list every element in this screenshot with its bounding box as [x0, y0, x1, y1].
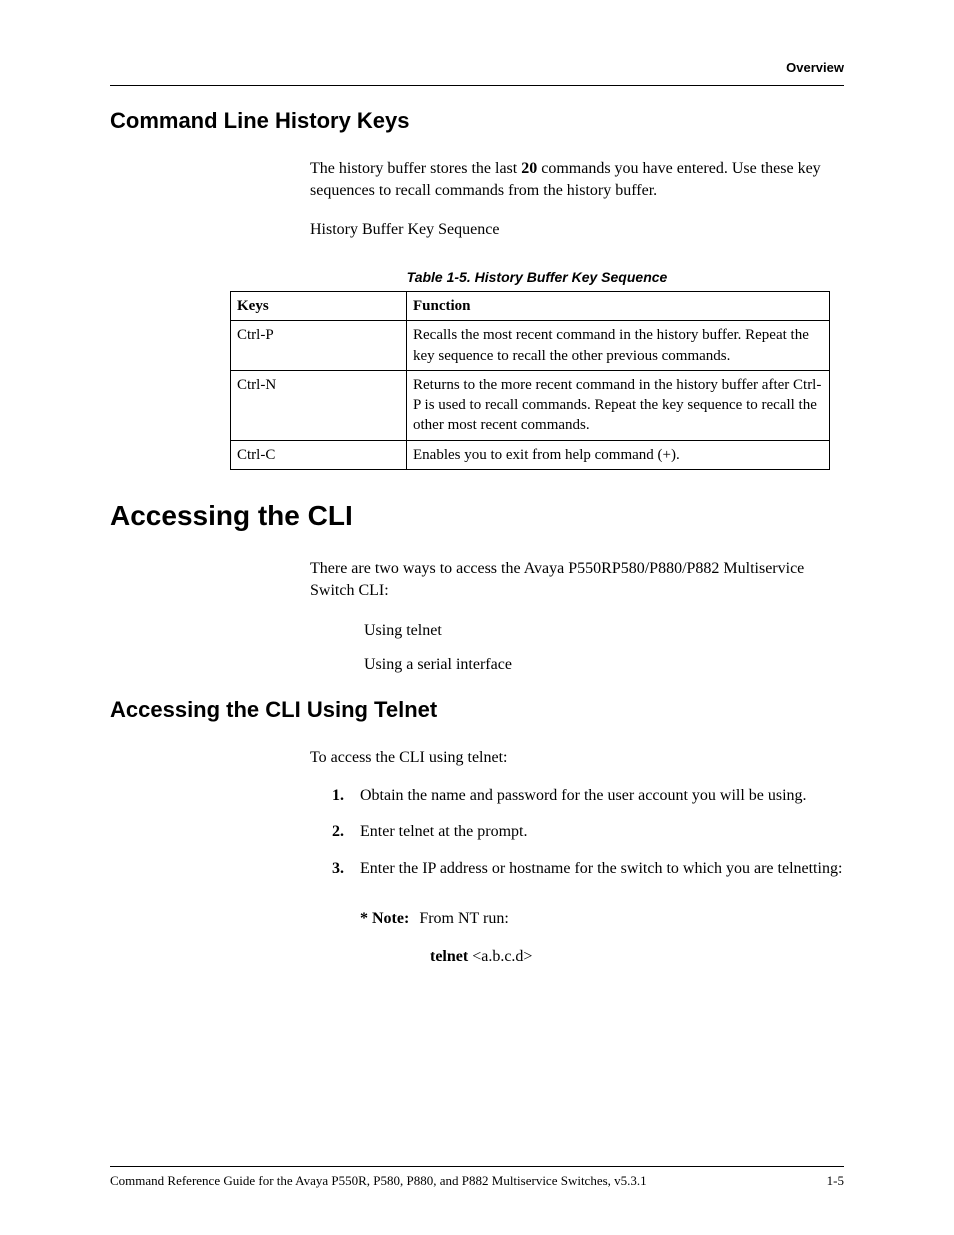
- history-buffer-table: Keys Function Ctrl-P Recalls the most re…: [230, 291, 830, 470]
- table-row: Ctrl-P Recalls the most recent command i…: [231, 321, 830, 371]
- list-item: 2. Enter telnet at the prompt.: [332, 821, 844, 843]
- footer-rule: [110, 1166, 844, 1167]
- access-methods-list: Using telnet Using a serial interface: [310, 619, 844, 677]
- table-cell-function: Returns to the more recent command in th…: [407, 370, 830, 440]
- telnet-command-line: telnet <a.b.c.d>: [430, 948, 844, 966]
- step-text: Enter telnet at the prompt.: [360, 823, 528, 840]
- table-cell-function: Recalls the most recent command in the h…: [407, 321, 830, 371]
- table-header-row: Keys Function: [231, 292, 830, 321]
- table-header-keys: Keys: [231, 292, 407, 321]
- table-header-function: Function: [407, 292, 830, 321]
- page-footer: Command Reference Guide for the Avaya P5…: [110, 1166, 844, 1189]
- intro-bold-number: 20: [521, 160, 537, 177]
- section2-intro-paragraph: There are two ways to access the Avaya P…: [310, 558, 844, 603]
- section1-intro-paragraph: The history buffer stores the last 20 co…: [310, 158, 844, 203]
- telnet-steps-list: 1. Obtain the name and password for the u…: [310, 785, 844, 880]
- heading-accessing-cli-using-telnet: Accessing the CLI Using Telnet: [110, 697, 844, 723]
- table-cell-keys: Ctrl-C: [231, 440, 407, 469]
- step-number: 3.: [332, 858, 344, 880]
- heading-accessing-the-cli: Accessing the CLI: [110, 500, 844, 532]
- telnet-command-arg: <a.b.c.d>: [468, 948, 532, 965]
- note-label: * Note:: [360, 910, 409, 928]
- table-cell-function: Enables you to exit from help command (+…: [407, 440, 830, 469]
- intro-pre: The history buffer stores the last: [310, 160, 521, 177]
- list-item: 1. Obtain the name and password for the u…: [332, 785, 844, 807]
- telnet-command-bold: telnet: [430, 948, 468, 965]
- heading-command-line-history-keys: Command Line History Keys: [110, 108, 844, 134]
- step-number: 1.: [332, 785, 344, 807]
- step-text: Obtain the name and password for the use…: [360, 787, 807, 804]
- list-item: 3. Enter the IP address or hostname for t…: [332, 858, 844, 880]
- step-number: 2.: [332, 821, 344, 843]
- step-text: Enter the IP address or hostname for the…: [360, 860, 842, 877]
- history-buffer-caption-line: History Buffer Key Sequence: [310, 219, 844, 241]
- table-row: Ctrl-N Returns to the more recent comman…: [231, 370, 830, 440]
- footer-page-number: 1-5: [827, 1173, 844, 1189]
- table-cell-keys: Ctrl-P: [231, 321, 407, 371]
- list-item: Using telnet: [364, 619, 844, 643]
- header-rule: [110, 85, 844, 86]
- note-text: From NT run:: [419, 910, 508, 928]
- running-header: Overview: [110, 60, 844, 75]
- table-caption: Table 1-5. History Buffer Key Sequence: [230, 269, 844, 285]
- list-item: Using a serial interface: [364, 653, 844, 677]
- table-cell-keys: Ctrl-N: [231, 370, 407, 440]
- footer-left-text: Command Reference Guide for the Avaya P5…: [110, 1173, 647, 1189]
- note-block: * Note: From NT run:: [360, 910, 844, 928]
- section3-intro-paragraph: To access the CLI using telnet:: [310, 747, 844, 769]
- table-row: Ctrl-C Enables you to exit from help com…: [231, 440, 830, 469]
